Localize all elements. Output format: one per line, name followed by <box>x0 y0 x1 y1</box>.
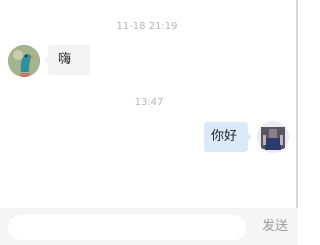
chat-message-list[interactable]: 11-18 21:19 嗨 13:47 你好 <box>0 0 298 208</box>
my-avatar[interactable] <box>257 121 289 153</box>
bird-avatar-icon <box>8 45 40 77</box>
message-input[interactable] <box>8 215 246 240</box>
message-timestamp: 11-18 21:19 <box>116 21 178 32</box>
message-timestamp: 13:47 <box>134 97 164 108</box>
user-photo-avatar-icon <box>257 121 289 153</box>
chat-scrollbar[interactable] <box>296 0 298 208</box>
send-button[interactable]: 发送 <box>256 208 294 245</box>
composer-bar <box>0 208 298 245</box>
contact-avatar[interactable] <box>8 45 40 77</box>
incoming-message-bubble[interactable]: 嗨 <box>44 45 90 75</box>
outgoing-message-bubble[interactable]: 你好 <box>204 122 252 152</box>
